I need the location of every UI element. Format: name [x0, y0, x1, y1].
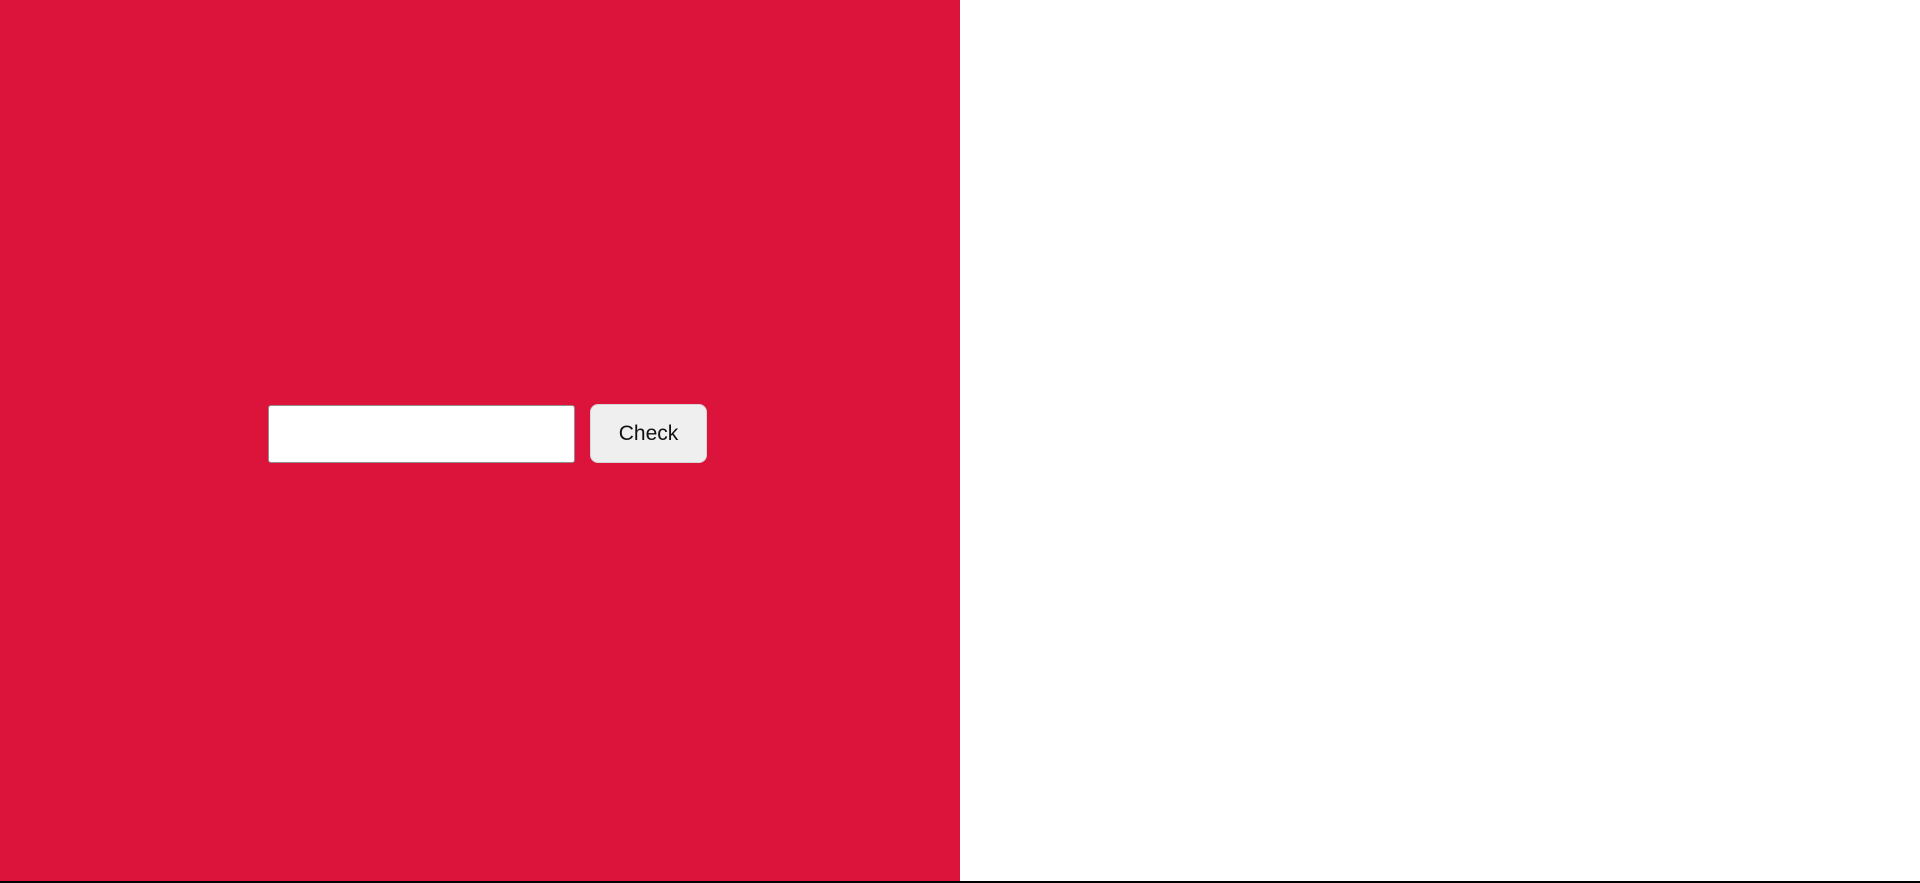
check-button[interactable]: Check [590, 404, 707, 463]
app-root: Check [0, 0, 1920, 883]
right-panel [960, 0, 1920, 881]
check-form: Check [268, 404, 707, 463]
check-input[interactable] [268, 404, 575, 463]
left-panel: Check [0, 0, 960, 881]
